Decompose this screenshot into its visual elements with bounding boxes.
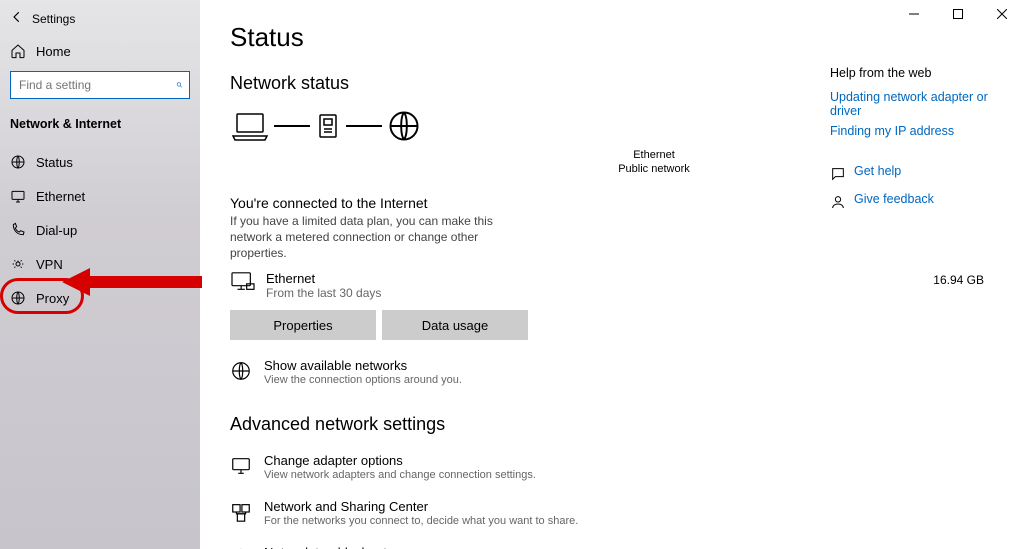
data-usage-button[interactable]: Data usage bbox=[382, 310, 528, 340]
help-panel: Help from the web Updating network adapt… bbox=[830, 66, 1000, 212]
lock-icon bbox=[10, 256, 26, 272]
connected-desc: If you have a limited data plan, you can… bbox=[230, 213, 510, 262]
search-input[interactable] bbox=[10, 71, 190, 99]
globe-icon bbox=[230, 360, 252, 382]
sidebar-item-ethernet[interactable]: Ethernet bbox=[10, 179, 190, 213]
option-title: Network troubleshooter bbox=[264, 545, 439, 549]
home-icon bbox=[10, 43, 26, 59]
router-icon bbox=[314, 109, 342, 143]
chat-icon bbox=[830, 166, 846, 182]
option-desc: For the networks you connect to, decide … bbox=[264, 515, 578, 527]
window-title: Settings bbox=[32, 12, 75, 26]
globe-icon bbox=[10, 154, 26, 170]
back-button[interactable] bbox=[10, 10, 32, 27]
sidebar-item-label: Dial-up bbox=[36, 223, 77, 238]
search-field[interactable] bbox=[17, 77, 176, 93]
advanced-header: Advanced network settings bbox=[230, 414, 1024, 435]
phone-icon bbox=[10, 222, 26, 238]
troubleshooter-option[interactable]: Network troubleshooter Diagnose and fix … bbox=[230, 545, 590, 549]
option-title: Change adapter options bbox=[264, 453, 536, 468]
feedback-link[interactable]: Give feedback bbox=[830, 192, 1000, 212]
maximize-button[interactable] bbox=[936, 0, 980, 28]
option-desc: View network adapters and change connect… bbox=[264, 469, 536, 481]
person-icon bbox=[830, 194, 846, 210]
sidebar-item-dialup[interactable]: Dial-up bbox=[10, 213, 190, 247]
category-header: Network & Internet bbox=[10, 117, 190, 131]
sidebar-item-proxy[interactable]: Proxy bbox=[10, 281, 190, 315]
option-desc: View the connection options around you. bbox=[264, 374, 462, 386]
show-networks-option[interactable]: Show available networks View the connect… bbox=[230, 358, 590, 386]
laptop-icon bbox=[230, 109, 270, 143]
network-icon bbox=[230, 501, 252, 523]
option-title: Show available networks bbox=[264, 358, 462, 373]
help-header: Help from the web bbox=[830, 66, 1000, 80]
globe-icon bbox=[10, 290, 26, 306]
adapter-name: Ethernet bbox=[266, 271, 933, 286]
sharing-center-option[interactable]: Network and Sharing Center For the netwo… bbox=[230, 499, 590, 527]
help-link[interactable]: Updating network adapter or driver bbox=[830, 90, 1000, 118]
monitor-icon bbox=[230, 455, 252, 477]
adapter-sub: From the last 30 days bbox=[266, 286, 933, 300]
usage-value: 16.94 GB bbox=[933, 273, 984, 287]
adapter-options[interactable]: Change adapter options View network adap… bbox=[230, 453, 590, 481]
globe-icon bbox=[386, 108, 422, 144]
window-controls bbox=[892, 0, 1024, 28]
sidebar-item-vpn[interactable]: VPN bbox=[10, 247, 190, 281]
option-title: Network and Sharing Center bbox=[264, 499, 578, 514]
sidebar-item-label: Proxy bbox=[36, 291, 69, 306]
monitor-icon bbox=[230, 271, 256, 293]
minimize-button[interactable] bbox=[892, 0, 936, 28]
sidebar-item-label: VPN bbox=[36, 257, 63, 272]
sidebar-item-label: Status bbox=[36, 155, 73, 170]
home-label: Home bbox=[36, 44, 71, 59]
main-content: Status Network status Ethernet Public ne… bbox=[200, 0, 1024, 549]
sidebar: Settings Home Network & Internet Status … bbox=[0, 0, 200, 549]
properties-button[interactable]: Properties bbox=[230, 310, 376, 340]
get-help-link[interactable]: Get help bbox=[830, 164, 1000, 184]
adapter-row: Ethernet From the last 30 days 16.94 GB bbox=[230, 271, 1024, 300]
sidebar-item-status[interactable]: Status bbox=[10, 145, 190, 179]
search-icon bbox=[176, 78, 183, 92]
sidebar-item-label: Ethernet bbox=[36, 189, 85, 204]
help-link[interactable]: Finding my IP address bbox=[830, 124, 1000, 138]
monitor-icon bbox=[10, 188, 26, 204]
close-button[interactable] bbox=[980, 0, 1024, 28]
home-nav[interactable]: Home bbox=[10, 37, 190, 71]
